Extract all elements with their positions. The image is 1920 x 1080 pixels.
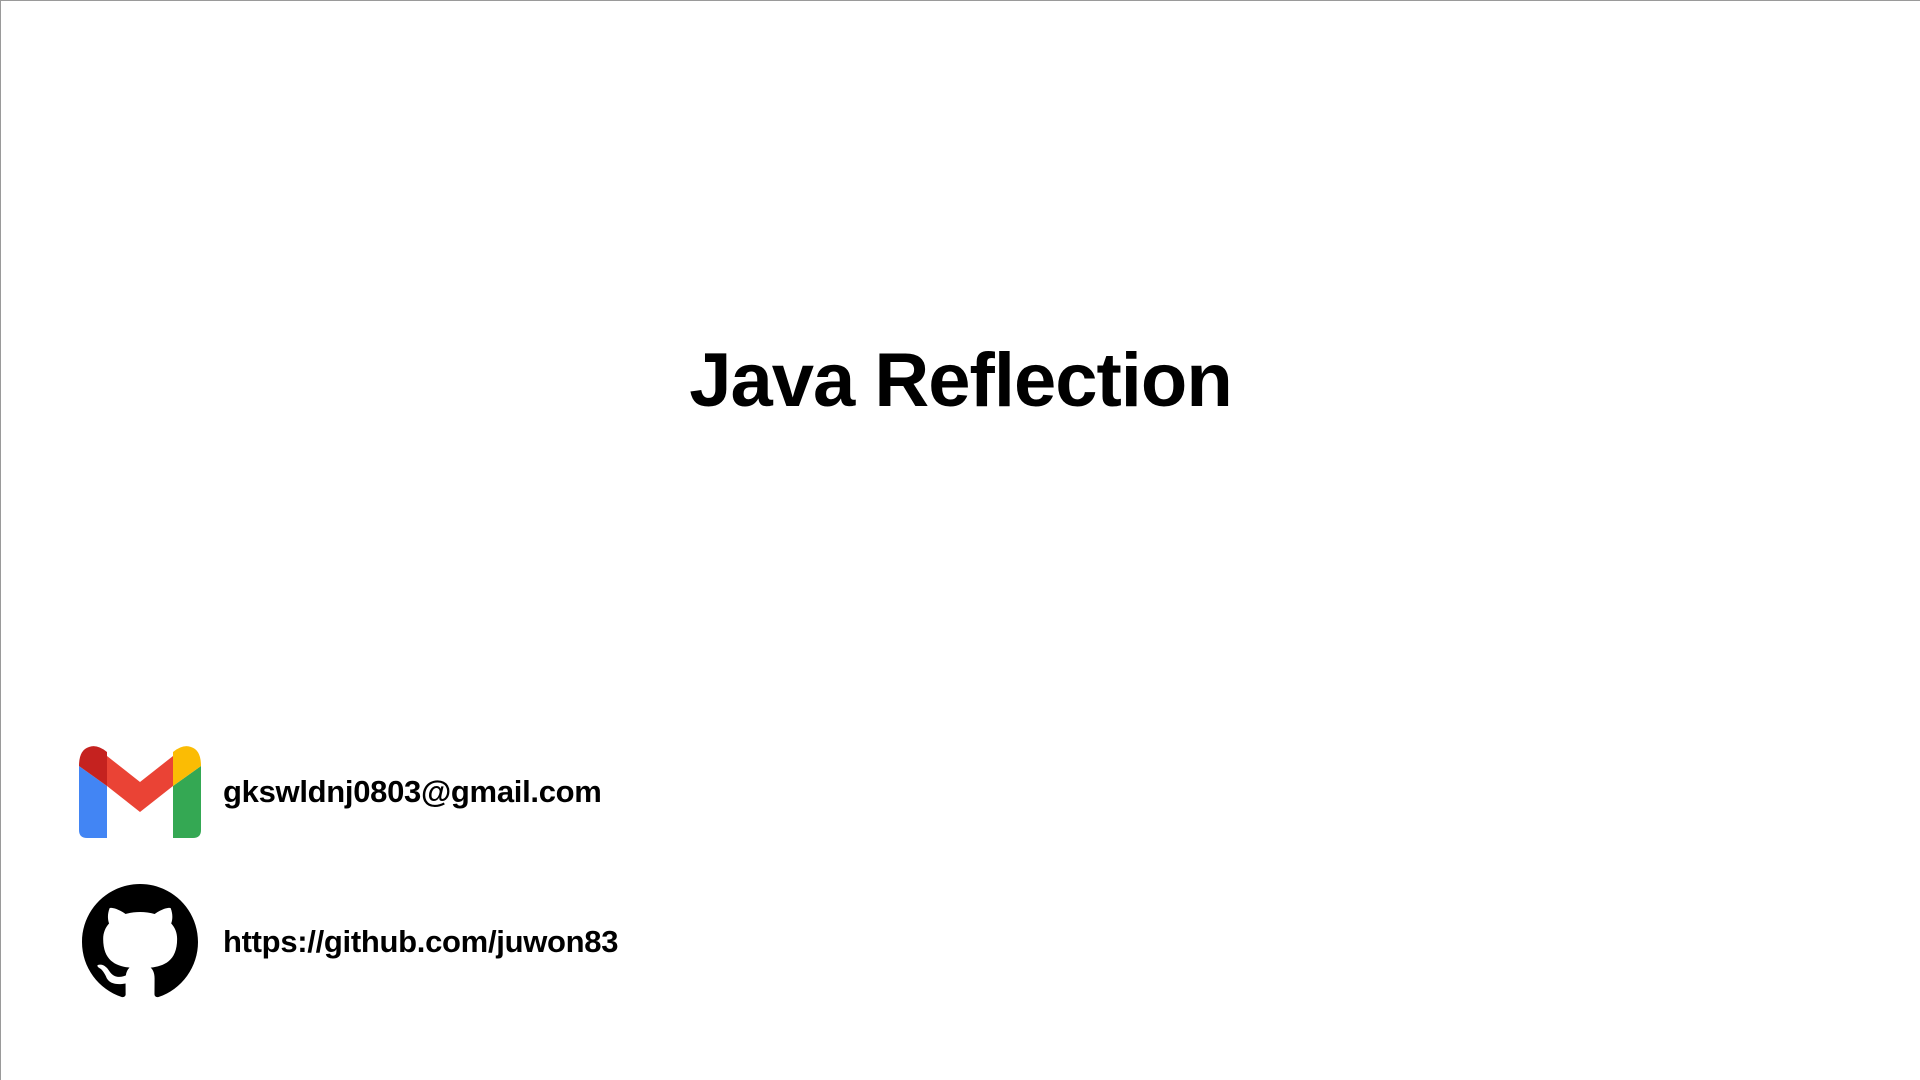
github-contact: https://github.com/juwon83 (79, 884, 618, 1000)
slide-title: Java Reflection (689, 338, 1233, 423)
presentation-slide: Java Reflection gkswldnj0803@gmail.com h… (0, 0, 1920, 1080)
github-url[interactable]: https://github.com/juwon83 (223, 924, 618, 960)
email-address[interactable]: gkswldnj0803@gmail.com (223, 774, 602, 810)
email-contact: gkswldnj0803@gmail.com (79, 734, 602, 850)
github-icon (79, 884, 201, 1000)
gmail-icon (79, 734, 201, 850)
